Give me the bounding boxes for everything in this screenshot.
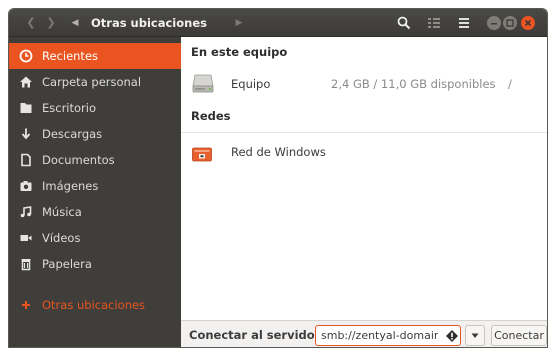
sidebar-item-descargas[interactable]: Descargas <box>9 121 181 147</box>
desktop-folder-icon <box>18 100 34 116</box>
connect-button[interactable]: Conectar <box>491 325 547 346</box>
maximize-button[interactable] <box>503 16 517 30</box>
clock-icon <box>18 48 34 64</box>
sidebar-item-label: Escritorio <box>42 101 97 115</box>
sidebar: Recientes Carpeta personal Escritorio De… <box>9 37 181 347</box>
file-manager-window: ❮ ❯ ◀ Otras ubicaciones ▶ Recientes Carp… <box>8 8 548 348</box>
connect-to-server-label: Conectar al servidor <box>189 328 321 342</box>
sidebar-item-label: Descargas <box>42 127 103 141</box>
list-item-computer[interactable]: Equipo 2,4 GB / 11,0 GB disponibles / <box>181 69 547 99</box>
hard-drive-icon <box>191 73 215 98</box>
download-icon <box>18 126 34 142</box>
video-icon <box>18 230 34 246</box>
back-button[interactable]: ❮ <box>23 15 39 31</box>
warning-icon <box>445 329 459 343</box>
minimize-button[interactable] <box>487 16 501 30</box>
chevron-down-icon <box>471 333 479 338</box>
sidebar-item-label: Música <box>42 205 82 219</box>
breadcrumb[interactable]: Otras ubicaciones <box>85 13 213 33</box>
maximize-icon <box>506 19 514 27</box>
view-options-button[interactable] <box>423 13 445 33</box>
recent-servers-dropdown-button[interactable] <box>465 325 485 346</box>
list-view-icon <box>428 18 440 28</box>
section-header-this-computer: En este equipo <box>191 45 288 59</box>
sidebar-item-carpeta-personal[interactable]: Carpeta personal <box>9 69 181 95</box>
music-icon <box>18 204 34 220</box>
computer-mount-point: / <box>508 77 512 91</box>
sidebar-item-recientes[interactable]: Recientes <box>9 43 181 69</box>
sidebar-item-videos[interactable]: Vídeos <box>9 225 181 251</box>
main-pane: En este equipo Equipo 2,4 GB / 11,0 GB d… <box>181 37 547 320</box>
divider <box>181 132 547 133</box>
sidebar-item-label: Carpeta personal <box>42 75 142 89</box>
minimize-icon <box>491 23 497 25</box>
camera-icon <box>18 178 34 194</box>
sidebar-item-label: Papelera <box>42 257 92 271</box>
hamburger-menu-icon <box>459 18 469 28</box>
search-icon <box>397 16 411 30</box>
section-header-networks: Redes <box>191 109 231 123</box>
computer-storage-info: 2,4 GB / 11,0 GB disponibles <box>331 77 496 91</box>
forward-button[interactable]: ❯ <box>43 15 59 31</box>
sidebar-item-label: Documentos <box>42 153 115 167</box>
menu-button[interactable] <box>453 13 475 33</box>
sidebar-item-otras-ubicaciones[interactable]: Otras ubicaciones <box>9 292 181 318</box>
sidebar-item-musica[interactable]: Música <box>9 199 181 225</box>
path-scroll-right-button[interactable]: ▶ <box>231 15 247 31</box>
sidebar-item-label: Otras ubicaciones <box>42 298 146 312</box>
server-address-input[interactable] <box>315 325 461 346</box>
sidebar-item-label: Recientes <box>42 49 99 63</box>
sidebar-item-documentos[interactable]: Documentos <box>9 147 181 173</box>
plus-icon <box>18 297 34 313</box>
close-icon <box>524 19 532 27</box>
network-name: Red de Windows <box>231 145 326 159</box>
home-icon <box>18 74 34 90</box>
computer-name: Equipo <box>231 77 271 91</box>
list-item-windows-network[interactable]: Red de Windows <box>181 137 547 167</box>
sidebar-item-papelera[interactable]: Papelera <box>9 251 181 277</box>
document-icon <box>18 152 34 168</box>
search-button[interactable] <box>393 13 415 33</box>
sidebar-item-escritorio[interactable]: Escritorio <box>9 95 181 121</box>
connect-bar: Conectar al servidor Conectar <box>181 320 547 347</box>
sidebar-item-imagenes[interactable]: Imágenes <box>9 173 181 199</box>
close-button[interactable] <box>521 16 535 30</box>
header-bar: ❮ ❯ ◀ Otras ubicaciones ▶ <box>9 9 547 37</box>
network-share-icon <box>191 143 213 166</box>
sidebar-item-label: Imágenes <box>42 179 99 193</box>
trash-icon <box>18 256 34 272</box>
sidebar-item-label: Vídeos <box>42 231 81 245</box>
path-scroll-left-button[interactable]: ◀ <box>67 15 83 31</box>
